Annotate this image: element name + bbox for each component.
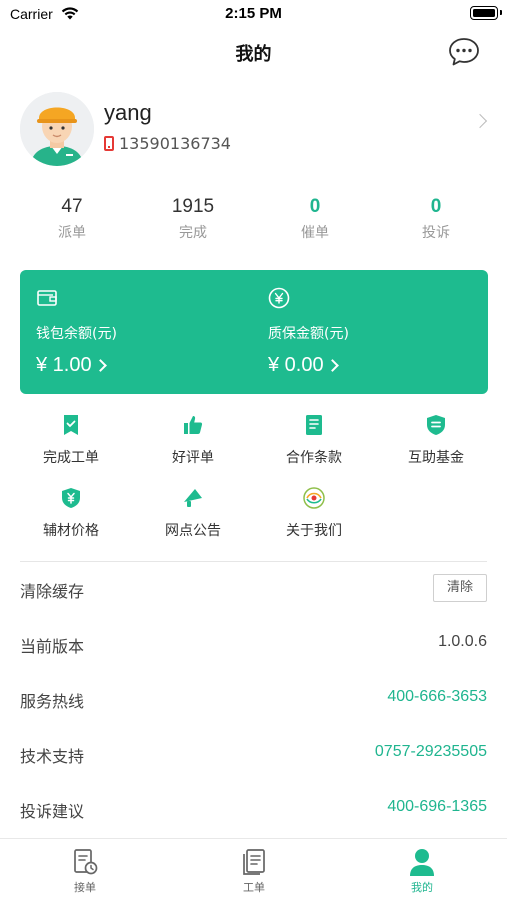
balance-value: ¥ 1.00 (36, 354, 92, 376)
grid-label: 网点公告 (165, 523, 221, 539)
stat-reminders[interactable]: 0 催单 (263, 196, 367, 242)
complaint-number[interactable]: 400-696-1365 (387, 798, 487, 816)
tab-label: 我的 (411, 881, 433, 894)
version-value: 1.0.0.6 (438, 633, 487, 650)
tab-label: 接单 (74, 881, 96, 894)
feature-grid: 完成工单 好评单 合作条款 互助基金 辅材价格 网点公告 关于我们 (0, 410, 507, 550)
tab-mine[interactable]: 我的 (377, 847, 467, 895)
grid-label: 合作条款 (286, 450, 342, 466)
tab-label: 工单 (243, 881, 265, 894)
deposit-label: 质保金额(元) (268, 326, 349, 342)
hotline-number[interactable]: 400-666-3653 (387, 688, 487, 706)
stat-value: 1915 (171, 196, 215, 217)
price-tag-icon (62, 488, 80, 508)
deposit-value: ¥ 0.00 (268, 354, 324, 376)
grid-label: 好评单 (172, 450, 214, 466)
row-label: 清除缓存 (20, 582, 85, 601)
row-hotline[interactable]: 服务热线 400-666-3653 (0, 672, 507, 727)
tab-work-orders[interactable]: 工单 (209, 847, 299, 895)
row-tech-support[interactable]: 技术支持 0757-29235505 (0, 727, 507, 782)
profile-icon (410, 849, 434, 876)
deposit-balance[interactable]: 质保金额(元) ¥ 0.00 (252, 270, 472, 394)
phone-icon (104, 136, 114, 151)
clock: 2:15 PM (225, 5, 282, 22)
fund-icon (427, 415, 445, 435)
status-bar: Carrier 2:15 PM (0, 0, 507, 28)
order-receive-icon (74, 849, 98, 875)
stat-value: 0 (309, 196, 321, 217)
row-clear-cache: 清除缓存 清除 (0, 562, 507, 617)
clear-cache-button[interactable]: 清除 (433, 574, 487, 602)
battery-icon (470, 6, 502, 20)
wallet-balance[interactable]: 钱包余额(元) ¥ 1.00 (20, 270, 240, 394)
deposit-amount: ¥ 0.00 (268, 354, 339, 377)
chevron-right-icon (472, 113, 488, 129)
phone-number: 13590136734 (119, 134, 231, 153)
balance-amount: ¥ 1.00 (36, 354, 107, 377)
row-label: 技术支持 (20, 747, 85, 766)
work-order-icon (243, 849, 265, 875)
grid-label: 关于我们 (286, 523, 342, 539)
chevron-right-icon (325, 359, 339, 372)
tab-receive-orders[interactable]: 接单 (40, 847, 130, 895)
username: yang (104, 100, 152, 125)
stats-row: 47 派单 1915 完成 0 催单 0 投诉 (0, 196, 507, 252)
document-icon (306, 415, 322, 435)
tab-bar: 接单 工单 我的 (0, 838, 507, 900)
balance-label: 钱包余额(元) (36, 326, 117, 342)
row-complaints[interactable]: 投诉建议 400-696-1365 (0, 782, 507, 837)
stat-label: 投诉 (422, 225, 450, 241)
stat-value: 47 (61, 196, 83, 217)
grid-item-announcements[interactable]: 网点公告 (138, 486, 248, 546)
stat-completed[interactable]: 1915 完成 (141, 196, 245, 242)
row-label: 服务热线 (20, 692, 85, 711)
stat-label: 催单 (301, 225, 329, 241)
avatar (20, 92, 94, 166)
row-label: 投诉建议 (20, 802, 85, 821)
grid-item-about-us[interactable]: 关于我们 (259, 486, 369, 546)
support-number[interactable]: 0757-29235505 (375, 743, 487, 761)
chevron-right-icon (93, 359, 107, 372)
nav-bar: 我的 (0, 28, 507, 76)
thumbs-up-icon (184, 416, 203, 434)
logo-icon (303, 487, 325, 509)
grid-label: 互助基金 (408, 450, 464, 466)
stat-label: 派单 (58, 225, 86, 241)
grid-item-mutual-fund[interactable]: 互助基金 (381, 413, 491, 473)
message-icon[interactable] (447, 36, 481, 68)
profile-header[interactable]: yang 13590136734 (0, 90, 507, 170)
page-title: 我的 (235, 44, 272, 65)
grid-label: 完成工单 (43, 450, 99, 466)
wallet-icon (37, 290, 57, 306)
stat-label: 完成 (179, 225, 207, 241)
completed-order-icon (64, 415, 78, 435)
megaphone-icon (184, 489, 202, 507)
yen-circle-icon (268, 287, 290, 309)
stat-complaints[interactable]: 0 投诉 (384, 196, 488, 242)
grid-item-completed-orders[interactable]: 完成工单 (16, 413, 126, 473)
grid-item-good-reviews[interactable]: 好评单 (138, 413, 248, 473)
grid-item-material-prices[interactable]: 辅材价格 (16, 486, 126, 546)
phone-row: 13590136734 (104, 134, 231, 153)
row-label: 当前版本 (20, 637, 85, 656)
stat-dispatched[interactable]: 47 派单 (20, 196, 124, 242)
stat-value: 0 (430, 196, 442, 217)
row-version: 当前版本 1.0.0.6 (0, 617, 507, 672)
wallet-card: 钱包余额(元) ¥ 1.00 质保金额(元) ¥ 0.00 (20, 270, 488, 394)
grid-item-terms[interactable]: 合作条款 (259, 413, 369, 473)
grid-label: 辅材价格 (43, 523, 99, 539)
